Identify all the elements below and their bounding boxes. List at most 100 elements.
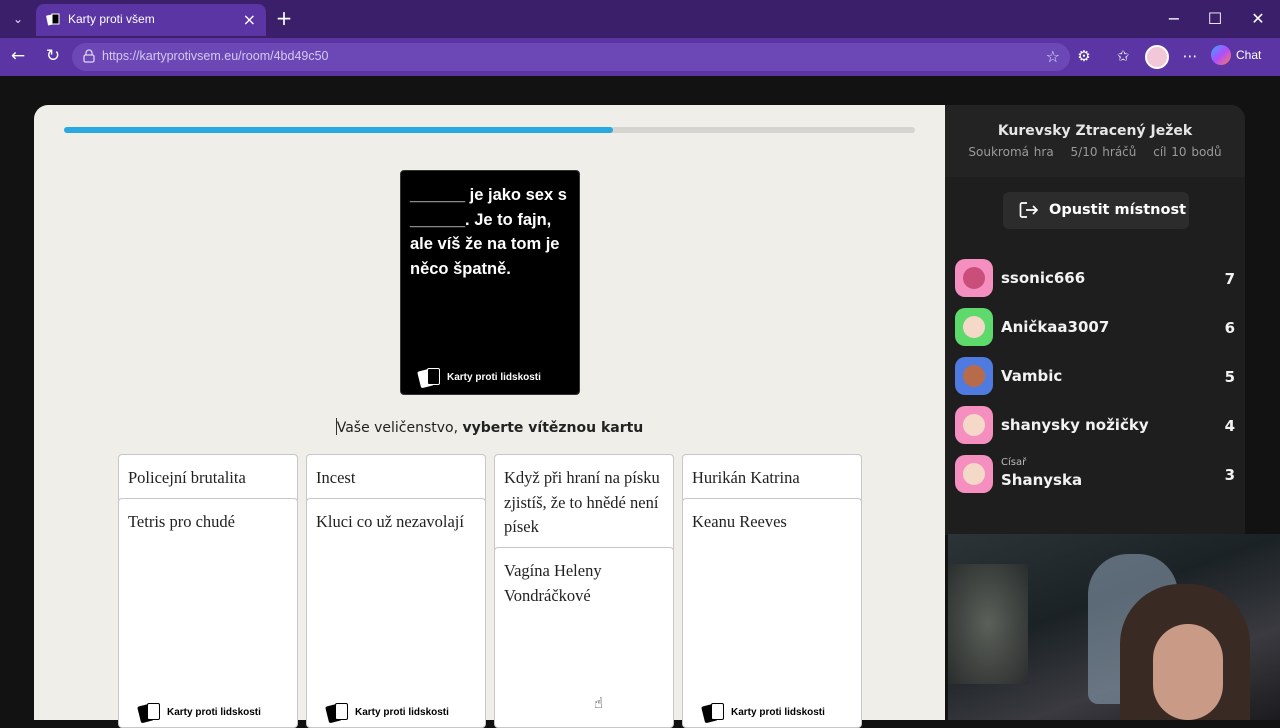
player-row: shanysky nožičky 4 — [955, 406, 1235, 446]
browser-tab-active[interactable]: Karty proti všem × — [36, 4, 266, 36]
answer-card-3-2[interactable]: Vagína Heleny Vondráčkové — [494, 547, 674, 728]
copilot-icon — [1211, 45, 1231, 65]
room-header: Kurevsky Ztracený Ježek Soukromá hra 5/1… — [945, 105, 1245, 177]
answer-card-text: Keanu Reeves — [692, 512, 787, 531]
answer-card-4-1[interactable]: Hurikán Katrina — [682, 454, 862, 504]
player-name: ssonic666 — [1001, 269, 1086, 287]
avatar-face-icon — [963, 414, 985, 436]
avatar-face-icon — [963, 316, 985, 338]
room-meta: Soukromá hra 5/10 hráčů cíl 10 bodů — [945, 145, 1245, 159]
hand-cursor-icon: ☝ — [594, 694, 604, 712]
judge-prompt: Vaše veličenstvo, vyberte vítěznou kartu — [34, 418, 945, 436]
room-goal: cíl 10 bodů — [1153, 145, 1222, 159]
extensions-icon[interactable]: ⚙ — [1073, 47, 1095, 65]
card-brand-label: Karty proti lidskosti — [167, 706, 261, 718]
back-icon[interactable]: ← — [7, 46, 29, 66]
card-brand-label: Karty proti lidskosti — [731, 706, 825, 718]
chat-label: Chat — [1236, 48, 1262, 62]
game-board: ______ je jako sex s ______. Je to fajn,… — [34, 105, 945, 728]
room-name: Kurevsky Ztracený Ježek — [997, 123, 1193, 139]
webcam-background — [948, 564, 1028, 684]
cards-logo-icon — [417, 368, 441, 389]
player-score: 3 — [1224, 466, 1235, 484]
card-brand: Karty proti lidskosti — [325, 703, 449, 724]
answer-card-2-2[interactable]: Kluci co už nezavolají Karty proti lidsk… — [306, 498, 486, 728]
avatar-face-icon — [963, 365, 985, 387]
browser-tab-strip: ⌄ Karty proti všem × + − ☐ ✕ — [0, 0, 1280, 38]
answer-card-text: Kluci co už nezavolají — [316, 512, 464, 531]
room-player-count: 5/10 hráčů — [1070, 145, 1137, 159]
new-tab-icon[interactable]: + — [272, 6, 296, 30]
tab-actions-menu-icon[interactable]: ⌄ — [6, 7, 30, 31]
round-progress-fill — [64, 127, 613, 133]
webcam-overlay — [948, 534, 1280, 720]
avatar-face-icon — [963, 267, 985, 289]
address-url: https://kartyprotivsem.eu/room/4bd49c50 — [102, 49, 329, 63]
answer-card-4-2[interactable]: Keanu Reeves Karty proti lidskosti — [682, 498, 862, 728]
player-name: Shanyska — [1001, 471, 1083, 489]
cards-logo-icon — [137, 703, 161, 724]
answer-card-text: Tetris pro chudé — [128, 512, 235, 531]
round-progress-bar — [64, 127, 915, 133]
answer-card-3-1[interactable]: Když při hraní na písku zjistíš, že to h… — [494, 454, 674, 554]
player-name: Aničkaa3007 — [1001, 318, 1110, 336]
webcam-face — [1153, 624, 1223, 720]
avatar-face-icon — [963, 463, 985, 485]
black-question-card: ______ je jako sex s ______. Je to fajn,… — [400, 170, 580, 395]
answer-card-text: Vagína Heleny Vondráčkové — [504, 561, 602, 605]
player-name: shanysky nožičky — [1001, 416, 1149, 434]
player-avatar — [955, 406, 993, 444]
player-row: Císař Shanyska 3 — [955, 455, 1235, 495]
player-score: 5 — [1224, 368, 1235, 386]
maximize-icon[interactable]: ☐ — [1203, 9, 1227, 28]
tab-close-icon[interactable]: × — [243, 10, 256, 29]
answer-card-1-1[interactable]: Policejní brutalita — [118, 454, 298, 504]
player-row: Vambic 5 — [955, 357, 1235, 397]
room-sidebar: Kurevsky Ztracený Ježek Soukromá hra 5/1… — [945, 105, 1245, 535]
answer-card-text: Policejní brutalita — [128, 468, 246, 487]
player-avatar — [955, 259, 993, 297]
card-brand: Karty proti lidskosti — [417, 368, 541, 389]
window-close-icon[interactable]: ✕ — [1246, 9, 1270, 28]
tab-title: Karty proti všem — [68, 12, 155, 26]
player-avatar — [955, 308, 993, 346]
answer-card-text: Hurikán Katrina — [692, 468, 800, 487]
bookmark-star-icon[interactable]: ☆ — [1046, 47, 1060, 66]
black-card-text: ______ je jako sex s ______. Je to fajn,… — [410, 186, 567, 278]
answer-card-text: Incest — [316, 468, 356, 487]
cards-logo-icon — [701, 703, 725, 724]
player-row: ssonic666 7 — [955, 259, 1235, 299]
room-visibility: Soukromá hra — [968, 145, 1054, 159]
card-brand: Karty proti lidskosti — [701, 703, 825, 724]
address-bar[interactable]: https://kartyprotivsem.eu/room/4bd49c50 … — [72, 43, 1070, 71]
copilot-chat-button[interactable]: Chat — [1211, 45, 1261, 69]
leave-room-label: Opustit místnost — [1049, 202, 1187, 218]
prompt-bold: vyberte vítěznou kartu — [462, 420, 644, 436]
player-row: Aničkaa3007 6 — [955, 308, 1235, 348]
card-brand-label: Karty proti lidskosti — [447, 371, 541, 383]
site-favicon-icon — [46, 13, 60, 26]
player-score: 4 — [1224, 417, 1235, 435]
profile-avatar[interactable] — [1145, 45, 1169, 69]
reload-icon[interactable]: ↻ — [42, 46, 64, 66]
minimize-icon[interactable]: − — [1162, 9, 1186, 28]
player-avatar — [955, 455, 993, 493]
card-brand-label: Karty proti lidskosti — [355, 706, 449, 718]
favorites-icon[interactable]: ✩ — [1112, 47, 1134, 65]
cards-logo-icon — [325, 703, 349, 724]
answer-card-text: Když při hraní na písku zjistíš, že to h… — [504, 468, 660, 536]
prompt-prefix: Vaše veličenstvo, — [336, 420, 463, 436]
more-menu-icon[interactable]: ⋯ — [1179, 47, 1201, 65]
player-avatar — [955, 357, 993, 395]
player-name: Vambic — [1001, 367, 1063, 385]
player-role-badge: Císař — [1001, 457, 1027, 468]
answer-card-1-2[interactable]: Tetris pro chudé Karty proti lidskosti — [118, 498, 298, 728]
browser-toolbar: ← ↻ https://kartyprotivsem.eu/room/4bd49… — [0, 38, 1280, 76]
leave-room-button[interactable]: Opustit místnost — [1003, 192, 1189, 229]
player-score: 6 — [1224, 319, 1235, 337]
player-score: 7 — [1224, 270, 1235, 288]
card-brand: Karty proti lidskosti — [137, 703, 261, 724]
answer-card-2-1[interactable]: Incest — [306, 454, 486, 504]
exit-icon — [1019, 202, 1039, 218]
site-info-icon[interactable] — [82, 49, 96, 63]
